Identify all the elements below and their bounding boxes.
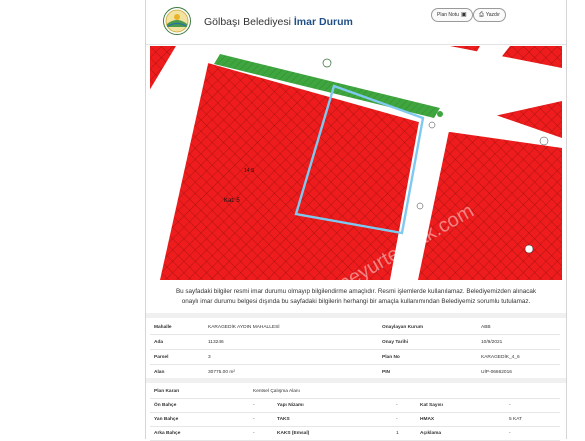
divider [146, 378, 566, 383]
plan-info-table: Plan Kararı Kentsel Çalışma Alanı Ön Bah… [150, 385, 560, 441]
value-onaylayan-kurum: ABB [477, 320, 560, 335]
table-row: Plan Kararı Kentsel Çalışma Alanı [150, 385, 560, 399]
label-mahalle: Mahalle [150, 320, 204, 335]
value-plan-no: KARAGEDİK_4_6 [477, 349, 560, 365]
table-row: Arka Bahçe - KAKS (Emsal) 1 Açıklama - [150, 426, 560, 441]
disclaimer-line-2: onaylı imar durumu belgesi dışında bu sa… [181, 297, 531, 305]
print-button[interactable]: ⎙ Yazdır [473, 8, 506, 22]
value-onay-tarihi: 10/9/2021 [477, 334, 560, 350]
label-yapi-nizami: Yapı Nizamı [273, 398, 392, 413]
value-kat-sayisi: - [505, 398, 560, 413]
value-arka-bahce: - [249, 426, 273, 441]
table-row: Ön Bahçe - Yapı Nizamı - Kat Sayısı - [150, 398, 560, 413]
value-aciklama: - [505, 426, 560, 441]
page-container: Gölbaşı Belediyesi İmar Durum Plan Notu ▣… [145, 0, 567, 441]
municipality-logo [163, 7, 191, 35]
label-taks: TAKS [273, 412, 392, 427]
zone-label: 14 S [244, 168, 255, 174]
parcel-info-table: Mahalle KARAGEDİK AYDIN MAHALLESİ Onayla… [150, 320, 560, 380]
value-mahalle: KARAGEDİK AYDIN MAHALLESİ [204, 320, 378, 335]
value-hmax: 5 KAT [505, 412, 560, 427]
label-onaylayan-kurum: Onaylayan Kurum [378, 320, 477, 335]
label-kat-sayisi: Kat Sayısı [416, 398, 505, 413]
label-on-bahce: Ön Bahçe [150, 398, 249, 413]
section-title: İmar Durum [293, 16, 353, 28]
value-kaks: 1 [392, 426, 416, 441]
divider [146, 313, 566, 318]
header: Gölbaşı Belediyesi İmar Durum Plan Notu ▣… [146, 0, 566, 45]
disclaimer-notice: Bu sayfadaki bilgiler resmi imar durumu … [146, 287, 566, 306]
table-row: Mahalle KARAGEDİK AYDIN MAHALLESİ Onayla… [150, 320, 560, 335]
value-yan-bahce: - [249, 412, 273, 427]
label-plan-karari: Plan Kararı [150, 385, 249, 399]
page-title: Gölbaşı Belediyesi İmar Durum [204, 16, 353, 28]
plan-notu-button[interactable]: Plan Notu ▣ [431, 8, 473, 22]
value-plan-karari: Kentsel Çalışma Alanı [249, 385, 560, 399]
disclaimer-line-1: Bu sayfadaki bilgiler resmi imar durumu … [175, 288, 537, 295]
map-canvas[interactable]: 14 S Kat: 5 www.tepeyurtemlak.com [150, 46, 562, 280]
label-plan-no: Plan No [378, 349, 477, 365]
label-yan-bahce: Yan Bahçe [150, 412, 249, 427]
printer-icon: ⎙ [479, 12, 484, 18]
plan-notu-label: Plan Notu [437, 12, 459, 18]
label-kaks: KAKS (Emsal) [273, 426, 392, 441]
label-arka-bahce: Arka Bahçe [150, 426, 249, 441]
municipality-name: Gölbaşı Belediyesi [204, 16, 291, 28]
table-row: Parsel 3 Plan No KARAGEDİK_4_6 [150, 349, 560, 365]
table-row: Ada 113246 Onay Tarihi 10/9/2021 [150, 334, 560, 350]
label-parsel: Parsel [150, 349, 204, 365]
zoning-map[interactable]: 14 S Kat: 5 www.tepeyurtemlak.com [150, 46, 562, 280]
value-on-bahce: - [249, 398, 273, 413]
label-ada: Ada [150, 334, 204, 350]
value-yapi-nizami: - [392, 398, 416, 413]
value-taks: - [392, 412, 416, 427]
table-row: Yan Bahçe - TAKS - HMAX 5 KAT [150, 412, 560, 427]
label-hmax: HMAX [416, 412, 505, 427]
svg-text:Kat: 5: Kat: 5 [224, 198, 240, 204]
print-label: Yazdır [485, 12, 500, 18]
value-parsel: 3 [204, 349, 378, 365]
label-onay-tarihi: Onay Tarihi [378, 334, 477, 350]
document-icon: ▣ [460, 12, 467, 18]
label-aciklama: Açıklama [416, 426, 505, 441]
value-ada: 113246 [204, 334, 378, 350]
